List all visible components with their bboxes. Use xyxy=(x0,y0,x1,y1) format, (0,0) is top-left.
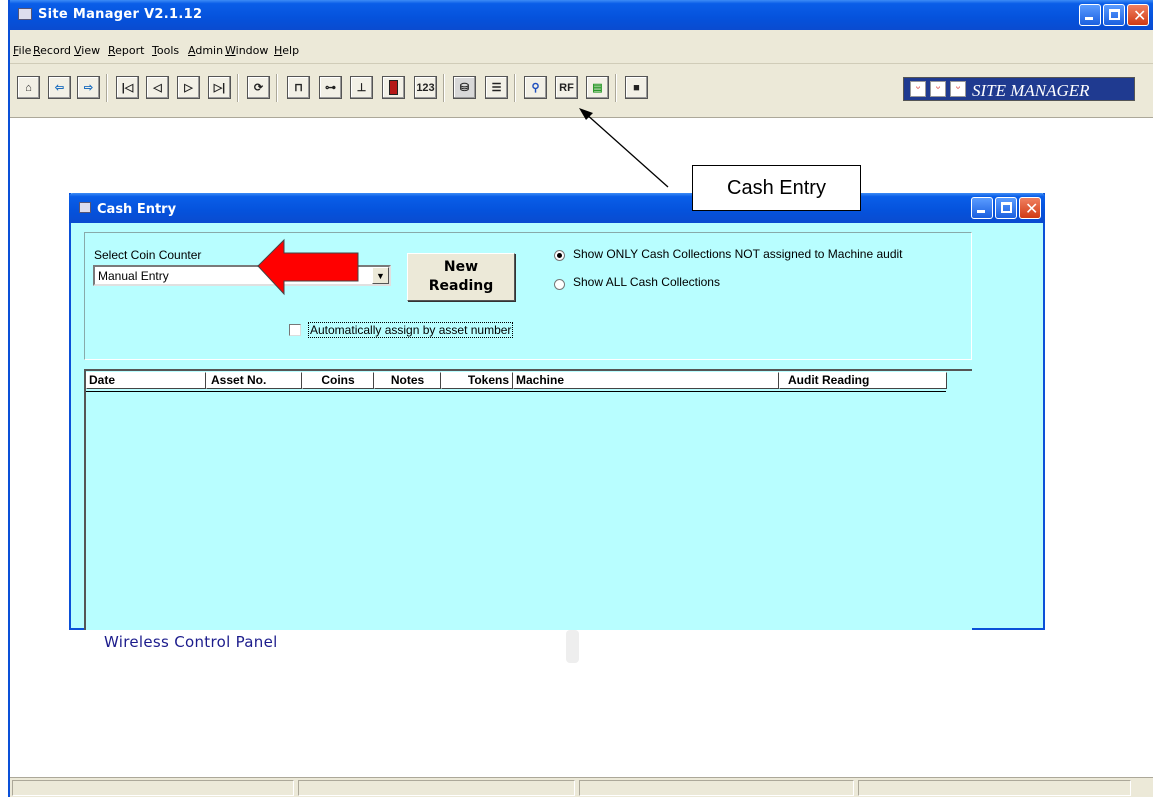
menu-bar: File Record View Report Tools Admin Wind… xyxy=(10,30,1153,64)
ruler-low-icon[interactable]: ⊥ xyxy=(350,76,373,99)
column-header-audit-reading[interactable]: Audit Reading xyxy=(779,372,947,389)
menu-file[interactable]: File xyxy=(13,44,31,57)
radio-show-all[interactable] xyxy=(554,279,565,290)
status-pane xyxy=(579,780,854,796)
rf-icon[interactable]: RF xyxy=(555,76,578,99)
battery-icon[interactable] xyxy=(382,76,405,99)
cash-entry-title: Cash Entry xyxy=(97,202,177,217)
menu-admin[interactable]: Admin xyxy=(188,44,223,57)
coin-counter-select[interactable]: Manual Entry ▼ xyxy=(93,265,391,286)
cash-entry-icon[interactable]: ⛁ xyxy=(453,76,476,99)
brand-logo: ᵕ ᵕ ᵕ SITE MANAGER xyxy=(903,77,1135,101)
menu-window[interactable]: Window xyxy=(225,44,268,57)
background-decoration xyxy=(566,630,579,663)
cherry-icon: ᵕ xyxy=(910,81,926,97)
menu-record[interactable]: Record xyxy=(33,44,71,57)
auto-assign-label: Automatically assign by asset number xyxy=(308,322,514,338)
app-icon xyxy=(18,8,32,20)
cash-entry-window: Cash Entry ✕ Select Coin Counter Manual … xyxy=(69,193,1045,630)
close-button[interactable]: ✕ xyxy=(1127,4,1149,26)
radio-show-all-label: Show ALL Cash Collections xyxy=(573,275,720,289)
column-header-machine[interactable]: Machine xyxy=(513,372,779,389)
title-bar[interactable]: Site Manager V2.1.12 ✕ xyxy=(10,0,1153,30)
wireless-control-panel-label: Wireless Control Panel xyxy=(104,633,278,651)
coin-counter-label: Select Coin Counter xyxy=(94,248,202,262)
menu-report[interactable]: Report xyxy=(108,44,144,57)
status-pane xyxy=(298,780,575,796)
back-arrow-icon[interactable]: ⇦ xyxy=(48,76,71,99)
column-header-notes[interactable]: Notes xyxy=(374,372,441,389)
brand-text: SITE MANAGER xyxy=(972,81,1090,100)
coin-counter-value: Manual Entry xyxy=(98,269,169,283)
cherry-icon: ᵕ xyxy=(930,81,946,97)
column-header-coins[interactable]: Coins xyxy=(302,372,374,389)
cherry-icon: ᵕ xyxy=(950,81,966,97)
toolbar: ⌂ ⇦ ⇨ |◁ ◁ ▷ ▷| ⟳ ⊓ ⊶ ⊥ 123 ⛁ ☰ ⚲ RF ▤ ■… xyxy=(10,64,1153,118)
chart-icon[interactable]: ▤ xyxy=(586,76,609,99)
new-reading-line2: Reading xyxy=(428,278,494,294)
dropdown-arrow-icon[interactable]: ▼ xyxy=(372,267,389,284)
maximize-button[interactable] xyxy=(995,197,1017,219)
menu-help[interactable]: Help xyxy=(274,44,299,57)
new-reading-line1: New xyxy=(443,259,479,275)
minimize-button[interactable] xyxy=(971,197,993,219)
radio-show-only-unassigned[interactable] xyxy=(554,250,565,261)
refresh-icon[interactable]: ⟳ xyxy=(247,76,270,99)
window-icon xyxy=(79,202,91,213)
radio-show-only-unassigned-label: Show ONLY Cash Collections NOT assigned … xyxy=(573,247,903,261)
status-pane xyxy=(12,780,294,796)
report-icon[interactable]: ☰ xyxy=(485,76,508,99)
column-header-tokens[interactable]: Tokens xyxy=(441,372,513,389)
menu-view[interactable]: View xyxy=(74,44,100,57)
cash-collections-table: Date Asset No. Coins Notes Tokens Machin… xyxy=(84,369,972,630)
last-record-icon[interactable]: ▷| xyxy=(208,76,231,99)
column-header-asset-no[interactable]: Asset No. xyxy=(206,372,302,389)
maximize-button[interactable] xyxy=(1103,4,1125,26)
column-header-date[interactable]: Date xyxy=(86,372,206,389)
auto-assign-checkbox[interactable] xyxy=(289,324,301,336)
ruler-mid-icon[interactable]: ⊶ xyxy=(319,76,342,99)
cash-entry-callout: Cash Entry xyxy=(692,165,861,211)
home-icon[interactable]: ⌂ xyxy=(17,76,40,99)
status-bar xyxy=(10,777,1153,797)
first-record-icon[interactable]: |◁ xyxy=(116,76,139,99)
next-record-icon[interactable]: ▷ xyxy=(177,76,200,99)
window-title: Site Manager V2.1.12 xyxy=(38,7,203,22)
save-icon[interactable]: ■ xyxy=(625,76,648,99)
menu-tools[interactable]: Tools xyxy=(152,44,179,57)
search-icon[interactable]: ⚲ xyxy=(524,76,547,99)
new-reading-button[interactable]: New Reading xyxy=(407,253,515,301)
cash-entry-title-bar[interactable]: Cash Entry ✕ xyxy=(69,193,1045,223)
forward-arrow-icon[interactable]: ⇨ xyxy=(77,76,100,99)
previous-record-icon[interactable]: ◁ xyxy=(146,76,169,99)
ruler-icon[interactable]: ⊓ xyxy=(287,76,310,99)
minimize-button[interactable] xyxy=(1079,4,1101,26)
status-pane xyxy=(858,780,1131,796)
numeric-icon[interactable]: 123 xyxy=(414,76,437,99)
close-button[interactable]: ✕ xyxy=(1019,197,1041,219)
